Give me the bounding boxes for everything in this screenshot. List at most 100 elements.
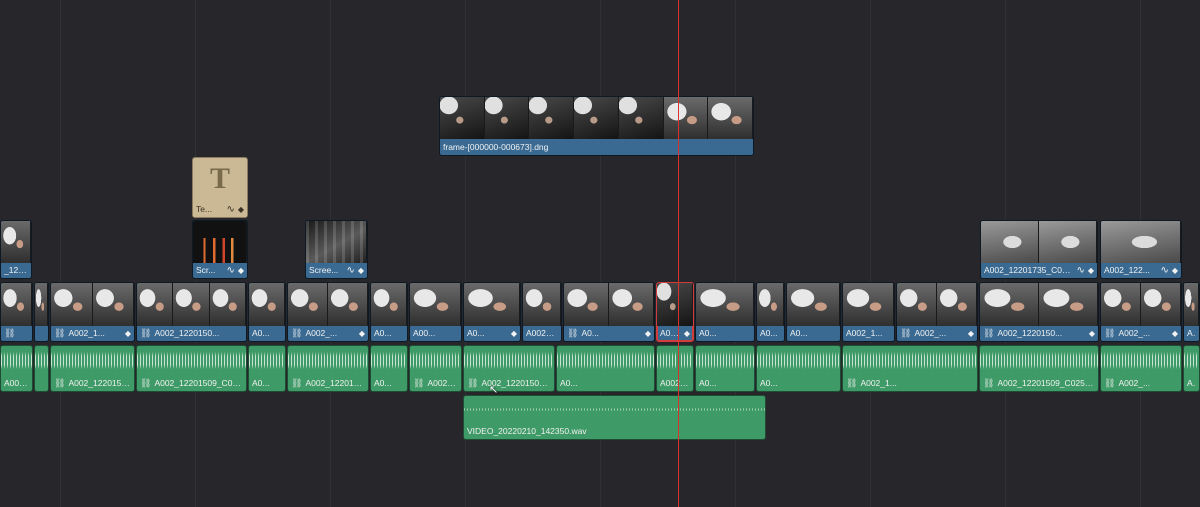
link-icon: ⛓ bbox=[467, 377, 479, 388]
fx-curve-icon: ∿ bbox=[1076, 264, 1085, 276]
clip-name: A002_... bbox=[1118, 328, 1151, 338]
fx-curve-icon: ∿ bbox=[226, 264, 235, 276]
clip-name: A002_1... bbox=[846, 328, 883, 338]
link-icon: ⛓ bbox=[846, 377, 858, 388]
video-clip-v2[interactable]: A002_122... ∿ ◆ bbox=[1100, 220, 1182, 279]
audio-clip-a1[interactable]: A0... bbox=[1183, 345, 1200, 392]
video-clip-v1[interactable]: A0... bbox=[248, 282, 286, 342]
title-clip[interactable]: T Te... ∿ ◆ bbox=[192, 157, 248, 218]
video-clip-v1[interactable]: A002_12... bbox=[522, 282, 562, 342]
keyframe-diamond-icon: ◆ bbox=[967, 328, 974, 338]
audio-clip-a1[interactable]: ⛓ A002_12201509_C025.braw bbox=[979, 345, 1099, 392]
audio-clip-a1[interactable]: A0... bbox=[248, 345, 286, 392]
audio-clip-a2[interactable]: VIDEO_20220210_142350.wav bbox=[463, 395, 766, 440]
keyframe-diamond-icon: ◆ bbox=[237, 204, 244, 214]
clip-name: Scree... bbox=[309, 265, 339, 275]
audio-clip-a1[interactable]: ⛓A002_12201509... bbox=[287, 345, 369, 392]
video-clip-v1[interactable]: ⛓ A002_... ◆ bbox=[287, 282, 369, 342]
keyframe-diamond-icon: ◆ bbox=[510, 328, 517, 338]
audio-clip-a1[interactable]: ⛓A002_12201509_... bbox=[50, 345, 135, 392]
video-clip-v1-selected[interactable]: A00... ◆ bbox=[656, 282, 694, 342]
video-clip-v4[interactable]: frame-[000000-000673].dng bbox=[439, 96, 754, 156]
audio-clip-a1[interactable]: ⛓ A002_... bbox=[1100, 345, 1182, 392]
clip-name: A002_12201509... bbox=[305, 378, 365, 388]
video-clip-v1[interactable] bbox=[34, 282, 49, 342]
video-clip-v1[interactable]: A0... bbox=[370, 282, 408, 342]
audio-clip-a1[interactable]: A0... bbox=[756, 345, 841, 392]
keyframe-diamond-icon: ◆ bbox=[358, 328, 365, 338]
clip-name: frame-[000000-000673].dng bbox=[443, 142, 549, 152]
clip-name: A002_... bbox=[305, 328, 338, 338]
video-clip-v1[interactable]: A0... bbox=[695, 282, 755, 342]
audio-clip-a1[interactable]: A002_1... bbox=[656, 345, 694, 392]
audio-clip-a1[interactable]: A0... bbox=[370, 345, 408, 392]
link-icon: ⛓ bbox=[54, 327, 66, 338]
video-clip-v1[interactable]: ⛓ A002_1... ◆ bbox=[50, 282, 135, 342]
video-clip-v2[interactable]: A002_12201735_C03... ∿ ◆ bbox=[980, 220, 1098, 279]
clip-name: A002_1... bbox=[68, 328, 105, 338]
video-clip-v1[interactable]: A0... ◆ bbox=[463, 282, 521, 342]
audio-clip-a1[interactable]: ⛓A002_12... bbox=[409, 345, 462, 392]
link-icon: ⛓ bbox=[291, 327, 303, 338]
link-icon: ⛓ bbox=[567, 327, 579, 338]
link-icon: ⛓ bbox=[1104, 327, 1116, 338]
link-icon: ⛓ bbox=[983, 377, 995, 388]
link-icon: ⛓ bbox=[413, 377, 425, 388]
clip-name: A002_1220150... bbox=[154, 328, 220, 338]
clip-name: VIDEO_20220210_142350.wav bbox=[467, 426, 587, 436]
clip-name: A002_12... bbox=[526, 328, 558, 338]
video-clip-v2[interactable]: Scree... ∿ ◆ bbox=[305, 220, 368, 279]
clip-name: A002_1... bbox=[860, 378, 897, 388]
video-clip-v1[interactable]: ⛓ bbox=[0, 282, 33, 342]
video-clip-v1[interactable]: ⛓ A002_... ◆ bbox=[896, 282, 978, 342]
keyframe-diamond-icon: ◆ bbox=[237, 265, 244, 275]
audio-clip-a1[interactable]: A0... bbox=[695, 345, 755, 392]
keyframe-diamond-icon: ◆ bbox=[1171, 328, 1178, 338]
audio-clip-a1[interactable] bbox=[34, 345, 49, 392]
clip-name: A002_122... bbox=[1104, 265, 1150, 275]
video-clip-v1[interactable]: ⛓ A002_... ◆ bbox=[1100, 282, 1182, 342]
clip-name: A0... bbox=[760, 328, 778, 338]
clip-name: A0... bbox=[1187, 328, 1196, 338]
audio-clip-a1[interactable]: ⛓A002_12201509_C025.b... bbox=[136, 345, 247, 392]
video-clip-v2[interactable]: _12201... bbox=[0, 220, 32, 279]
clip-name: A002_12201509_C025.b... bbox=[154, 378, 243, 388]
clip-thumbnails bbox=[440, 97, 753, 139]
gridline bbox=[870, 0, 871, 507]
video-clip-v1[interactable]: ⛓ A0... ◆ bbox=[563, 282, 655, 342]
video-clip-v1[interactable]: ⛓ A002_1220150... ◆ bbox=[979, 282, 1099, 342]
video-clip-v1[interactable]: A00... bbox=[409, 282, 462, 342]
fx-curve-icon: ∿ bbox=[1160, 264, 1169, 276]
clip-name: A0... bbox=[374, 328, 392, 338]
clip-name: A0... bbox=[252, 328, 270, 338]
video-clip-v1[interactable]: A002_1... bbox=[842, 282, 895, 342]
clip-name: A0... bbox=[790, 328, 808, 338]
text-title-icon: T bbox=[209, 162, 230, 195]
audio-clip-a1[interactable]: ⛓A002_12201509_C... bbox=[463, 345, 555, 392]
keyframe-diamond-icon: ◆ bbox=[1087, 265, 1094, 275]
clip-name: _12201... bbox=[4, 265, 28, 275]
video-clip-v1[interactable]: A0... bbox=[786, 282, 841, 342]
clip-name: A0... bbox=[467, 328, 485, 338]
playhead[interactable] bbox=[678, 0, 679, 507]
clip-name: Scr... bbox=[196, 265, 216, 275]
clip-name: A0... bbox=[699, 328, 717, 338]
video-clip-v2[interactable]: Scr... ∿ ◆ bbox=[192, 220, 248, 279]
clip-name: A002_12201735_C03... bbox=[984, 265, 1074, 275]
video-clip-v1[interactable]: A0... bbox=[756, 282, 785, 342]
audio-clip-a1[interactable]: A0... bbox=[556, 345, 655, 392]
keyframe-diamond-icon: ◆ bbox=[124, 328, 131, 338]
audio-clip-a1[interactable]: A002_1... bbox=[0, 345, 33, 392]
clip-name: A0... bbox=[699, 378, 717, 388]
video-clip-v1[interactable]: ⛓ A002_1220150... bbox=[136, 282, 247, 342]
link-icon: ⛓ bbox=[140, 327, 152, 338]
link-icon: ⛓ bbox=[4, 327, 16, 338]
fx-curve-icon: ∿ bbox=[226, 203, 235, 215]
clip-name: A00... bbox=[413, 328, 436, 338]
timeline[interactable]: frame-[000000-000673].dng T Te... ∿ ◆ _1… bbox=[0, 0, 1200, 507]
audio-clip-a1[interactable]: ⛓ A002_1... bbox=[842, 345, 978, 392]
video-clip-v1[interactable]: A0... bbox=[1183, 282, 1200, 342]
link-icon: ⛓ bbox=[140, 377, 152, 388]
clip-name: A002_1... bbox=[4, 378, 29, 388]
keyframe-diamond-icon: ◆ bbox=[683, 328, 690, 338]
